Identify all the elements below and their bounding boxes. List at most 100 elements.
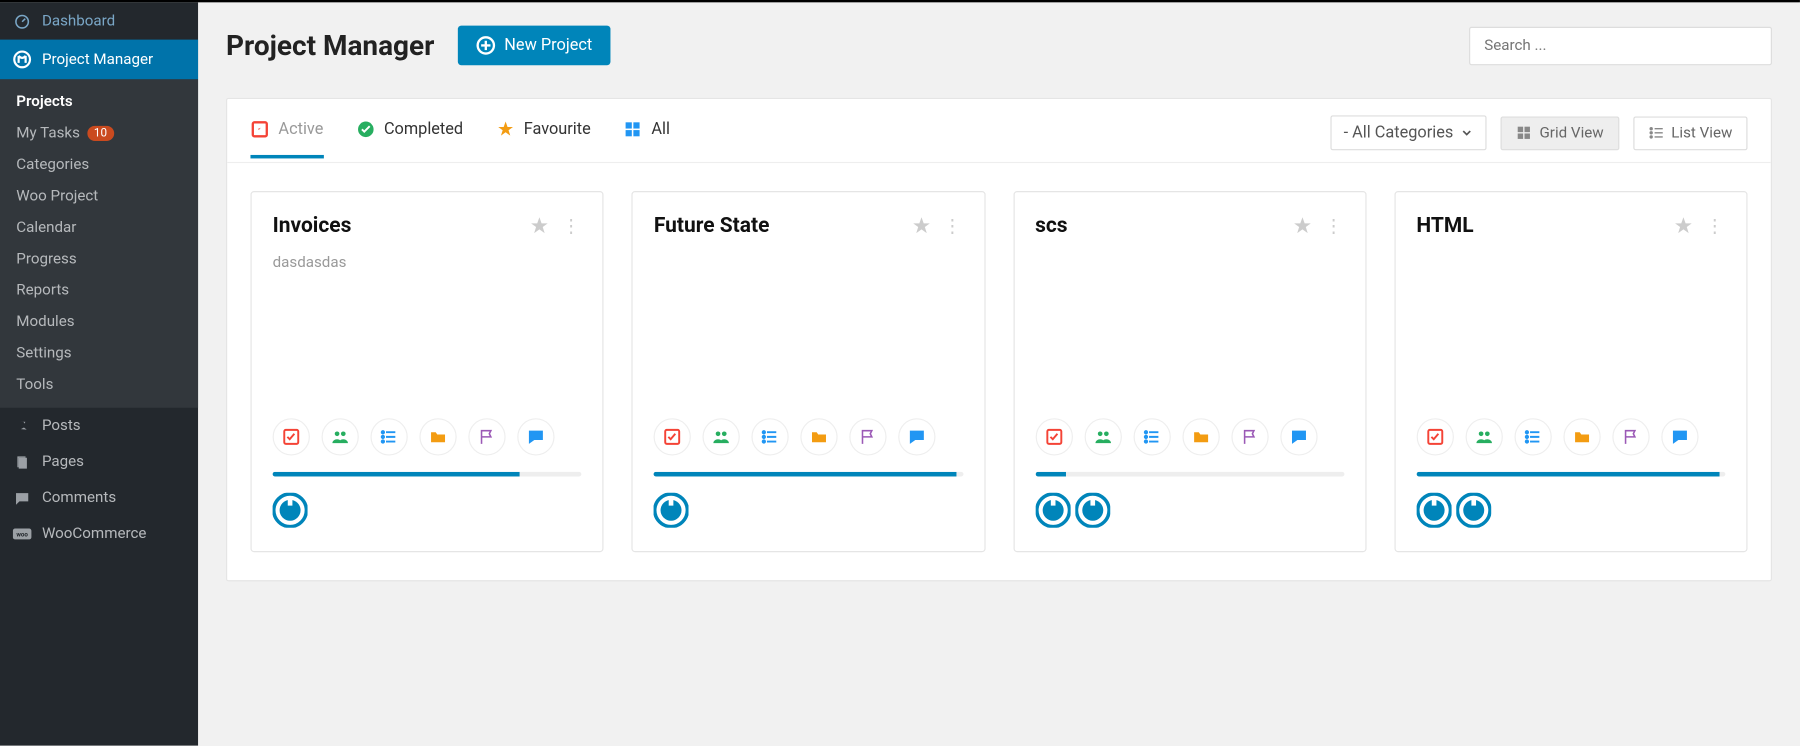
avatar[interactable] — [1035, 493, 1070, 528]
tab-favourite[interactable]: Favourite — [496, 119, 591, 157]
sidebar-subitem[interactable]: Settings — [0, 338, 198, 369]
member-avatars — [1416, 493, 1725, 528]
tab-active[interactable]: Active — [250, 119, 323, 157]
milestones-icon[interactable] — [1612, 418, 1649, 455]
new-project-button[interactable]: New Project — [458, 26, 611, 66]
svg-text:woo: woo — [16, 530, 28, 538]
categories-dropdown[interactable]: - All Categories — [1331, 115, 1487, 150]
list-view-button[interactable]: List View — [1633, 116, 1748, 150]
grid-icon — [1516, 125, 1532, 141]
sidebar-label: Project Manager — [42, 51, 153, 68]
subitem-label: Calendar — [16, 219, 76, 236]
avatar[interactable] — [1416, 493, 1451, 528]
subitem-label: Tools — [16, 376, 53, 393]
favourite-toggle[interactable] — [910, 215, 931, 236]
avatar[interactable] — [1075, 493, 1110, 528]
folder-icon[interactable] — [1182, 418, 1219, 455]
sidebar-submenu: ProjectsMy Tasks10Categories Woo Project C… — [0, 79, 198, 408]
favourite-toggle[interactable] — [1292, 215, 1313, 236]
main-content: Project Manager New Project Active Compl… — [198, 2, 1800, 745]
card-menu-button[interactable]: ⋮ — [943, 214, 963, 236]
check-square-icon — [250, 119, 269, 138]
progress-bar — [1035, 472, 1344, 477]
project-card[interactable]: HTML⋮ — [1394, 191, 1747, 552]
project-card[interactable]: scs⋮ — [1013, 191, 1366, 552]
milestones-icon[interactable] — [1231, 418, 1268, 455]
button-label: List View — [1671, 124, 1732, 141]
woo-icon: woo — [12, 527, 33, 541]
sidebar-subitem[interactable]: My Tasks10 — [0, 118, 198, 149]
page-title: Project Manager — [226, 29, 434, 62]
search-input[interactable] — [1469, 26, 1772, 64]
discussions-icon[interactable] — [1280, 418, 1317, 455]
card-menu-button[interactable]: ⋮ — [1706, 214, 1726, 236]
project-card[interactable]: Future State⋮ — [632, 191, 985, 552]
favourite-toggle[interactable] — [1673, 215, 1694, 236]
users-icon[interactable] — [1084, 418, 1121, 455]
folder-icon[interactable] — [801, 418, 838, 455]
subitem-label: My Tasks — [16, 125, 80, 142]
card-menu-button[interactable]: ⋮ — [562, 214, 582, 236]
sidebar-subitem[interactable]: Projects — [0, 86, 198, 117]
page-icon — [12, 454, 33, 470]
sidebar-label: Comments — [42, 489, 116, 506]
subitem-label: Progress — [16, 250, 76, 267]
list-icon[interactable] — [1514, 418, 1551, 455]
card-menu-button[interactable]: ⋮ — [1324, 214, 1344, 236]
avatar[interactable] — [654, 493, 689, 528]
tasks-icon[interactable] — [654, 418, 691, 455]
tab-all[interactable]: All — [623, 119, 670, 157]
avatar[interactable] — [1456, 493, 1491, 528]
milestones-icon[interactable] — [850, 418, 887, 455]
folder-icon[interactable] — [419, 418, 456, 455]
sidebar-item-dashboard[interactable]: Dashboard — [0, 2, 198, 39]
sidebar-item-posts[interactable]: Posts — [0, 408, 198, 444]
progress-bar — [273, 472, 582, 477]
list-icon[interactable] — [370, 418, 407, 455]
discussions-icon[interactable] — [1661, 418, 1698, 455]
project-description: dasdasdas — [273, 254, 582, 301]
tasks-icon[interactable] — [273, 418, 310, 455]
search-box — [1469, 26, 1772, 64]
project-card[interactable]: Invoices ⋮ dasdasdas — [250, 191, 603, 552]
sidebar-item-woocommerce[interactable]: woo WooCommerce — [0, 516, 198, 552]
tasks-icon[interactable] — [1416, 418, 1453, 455]
sidebar-item-comments[interactable]: Comments — [0, 480, 198, 516]
pm-logo-icon — [12, 49, 33, 70]
tab-completed[interactable]: Completed — [356, 119, 463, 157]
favourite-toggle[interactable] — [529, 215, 550, 236]
comment-icon — [12, 490, 33, 506]
discussions-icon[interactable] — [899, 418, 936, 455]
sidebar-subitem[interactable]: Calendar — [0, 212, 198, 243]
sidebar-subitem[interactable]: Categories — [0, 149, 198, 180]
sidebar-subitem[interactable]: Modules — [0, 306, 198, 337]
sidebar-item-pages[interactable]: Pages — [0, 444, 198, 480]
button-label: New Project — [504, 36, 592, 55]
grid-view-button[interactable]: Grid View — [1501, 116, 1619, 150]
tasks-icon[interactable] — [1035, 418, 1072, 455]
dropdown-label: - All Categories — [1344, 123, 1454, 142]
card-action-icons — [654, 418, 963, 455]
list-icon[interactable] — [752, 418, 789, 455]
chevron-down-icon — [1460, 126, 1474, 140]
users-icon[interactable] — [703, 418, 740, 455]
discussions-icon[interactable] — [517, 418, 554, 455]
subitem-label: Woo Project — [16, 188, 98, 205]
users-icon[interactable] — [322, 418, 359, 455]
project-title: Invoices — [273, 213, 352, 237]
avatar[interactable] — [273, 493, 308, 528]
member-avatars — [273, 493, 582, 528]
sidebar-subitem[interactable]: Tools — [0, 369, 198, 400]
sidebar-subitem[interactable]: Woo Project — [0, 181, 198, 212]
milestones-icon[interactable] — [468, 418, 505, 455]
sidebar-subitem[interactable]: Progress — [0, 243, 198, 274]
progress-bar — [654, 472, 963, 477]
folder-icon[interactable] — [1563, 418, 1600, 455]
project-description — [1416, 254, 1725, 301]
check-circle-icon — [356, 119, 375, 138]
sidebar-subitem[interactable]: Reports — [0, 275, 198, 306]
users-icon[interactable] — [1465, 418, 1502, 455]
project-description — [1035, 254, 1344, 301]
sidebar-item-project-manager[interactable]: Project Manager — [0, 40, 198, 80]
list-icon[interactable] — [1133, 418, 1170, 455]
